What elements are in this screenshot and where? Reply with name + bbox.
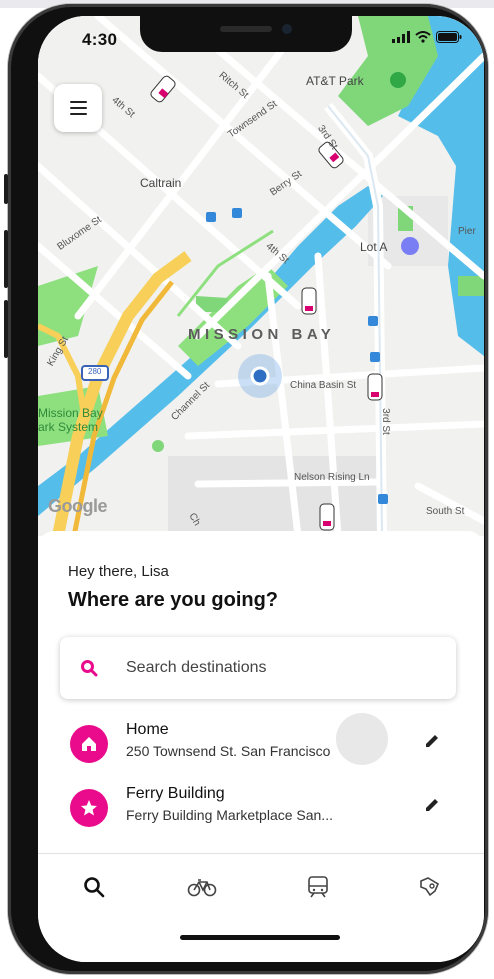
edit-pencil-icon[interactable] <box>422 731 442 751</box>
map-view[interactable]: 4th St Ritch St Townsend St Berry St 4th… <box>38 16 484 536</box>
volume-down-button <box>4 300 8 358</box>
transit-icon <box>308 876 328 898</box>
star-icon <box>70 789 108 827</box>
search-input[interactable]: Search destinations <box>60 637 456 699</box>
signal-icon <box>392 31 410 43</box>
place-title: Home <box>126 721 169 738</box>
district-label: MISSION BAY <box>188 326 336 343</box>
place-address: 250 Townsend St. San Francisco <box>126 743 331 759</box>
nav-transit-tab[interactable] <box>298 871 338 903</box>
saved-place-home[interactable]: Home 250 Townsend St. San Francisco <box>38 717 484 773</box>
saved-place-ferry-building[interactable]: Ferry Building Ferry Building Marketplac… <box>38 781 484 837</box>
menu-icon-line <box>69 101 87 103</box>
street-label: China Basin St <box>290 380 357 391</box>
park-label-line2: ark System <box>38 420 99 434</box>
street-label: Pier <box>458 226 476 237</box>
front-camera <box>282 24 292 34</box>
street-label: South St <box>426 506 465 517</box>
place-title: Ferry Building <box>126 785 225 802</box>
volume-up-button <box>4 230 8 288</box>
poi-label-station: Caltrain <box>140 176 182 190</box>
greeting-text: Hey there, Lisa <box>68 563 169 580</box>
poi-label-lot: Lot A <box>360 240 388 254</box>
edit-pencil-icon[interactable] <box>422 795 442 815</box>
bottom-sheet: Hey there, Lisa Where are you going? Sea… <box>38 531 484 962</box>
divider <box>38 853 484 854</box>
nav-rent-tab[interactable] <box>410 871 450 903</box>
status-icons <box>392 31 462 43</box>
map-graphics <box>38 16 484 536</box>
touch-indicator <box>336 713 388 765</box>
menu-button[interactable] <box>54 84 102 132</box>
nav-bike-tab[interactable] <box>182 871 222 903</box>
place-address: Ferry Building Marketplace San... <box>126 807 333 823</box>
home-icon <box>70 725 108 763</box>
notch <box>140 16 352 52</box>
bike-icon <box>187 879 217 897</box>
street-label: Nelson Rising Ln <box>294 472 370 483</box>
page-title: Where are you going? <box>68 589 279 611</box>
menu-icon-line <box>69 107 87 109</box>
poi-label-park: AT&T Park <box>306 74 364 88</box>
phone-frame: 4th St Ritch St Townsend St Berry St 4th… <box>4 4 488 974</box>
search-icon <box>84 877 105 898</box>
park-label-line1: Mission Bay <box>38 406 103 420</box>
street-label: 3rd St <box>379 408 391 435</box>
wifi-icon <box>415 31 431 43</box>
speaker-grille <box>220 26 272 32</box>
search-icon <box>81 660 98 677</box>
battery-icon <box>436 31 462 43</box>
rent-icon <box>420 877 440 897</box>
mute-switch <box>4 174 8 204</box>
google-attribution: Google <box>48 496 108 516</box>
phone-screen: 4th St Ritch St Townsend St Berry St 4th… <box>38 16 484 962</box>
menu-icon-line <box>69 113 87 115</box>
search-placeholder: Search destinations <box>126 659 267 676</box>
status-time: 4:30 <box>82 30 118 49</box>
highway-shield-label: 280 <box>88 367 102 376</box>
home-indicator[interactable] <box>180 935 340 940</box>
nav-search-tab[interactable] <box>74 871 114 903</box>
